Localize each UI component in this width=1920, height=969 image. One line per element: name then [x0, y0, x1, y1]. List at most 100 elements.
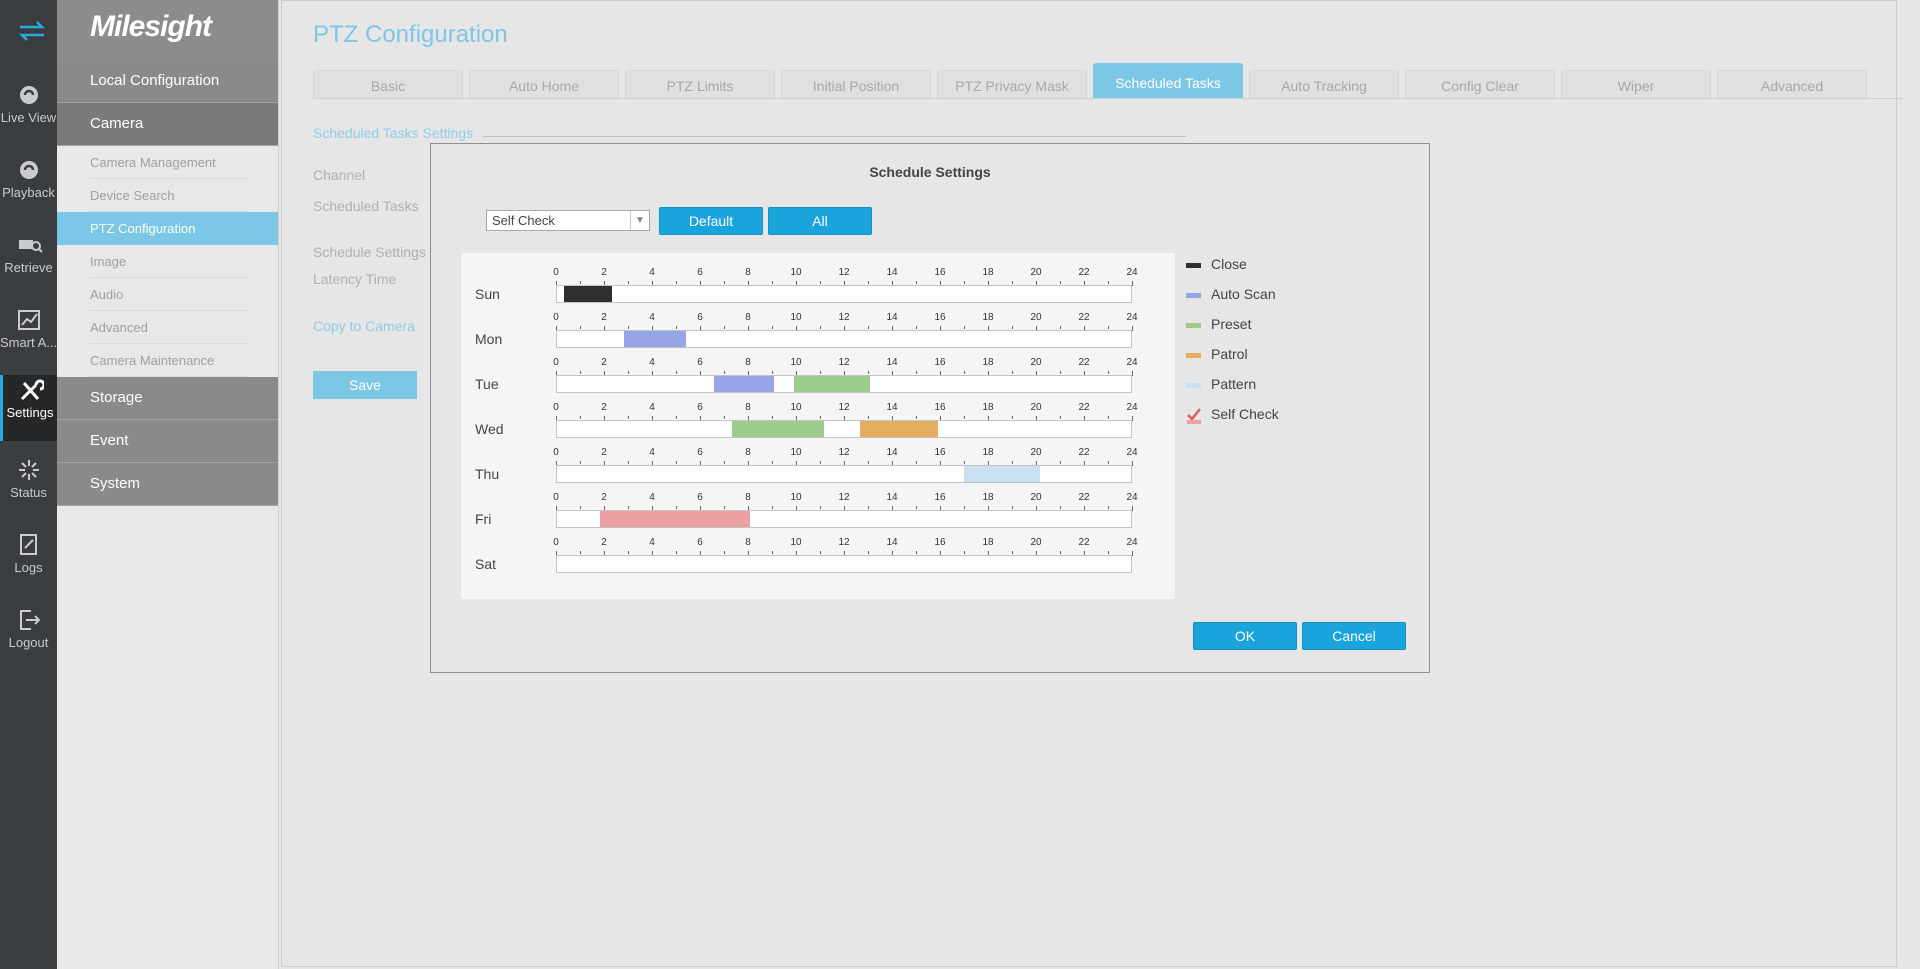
smart-analytics-icon — [17, 309, 41, 331]
legend-item-preset[interactable]: Preset — [1186, 316, 1251, 332]
sidebar-item-ptz-configuration[interactable]: PTZ Configuration — [57, 212, 278, 245]
tab-scheduled-tasks[interactable]: Scheduled Tasks — [1093, 63, 1243, 98]
hour-tick-mark — [964, 506, 965, 509]
hour-tick-label: 10 — [790, 447, 802, 458]
hour-tick-mark — [1108, 506, 1109, 509]
day-bar-fri[interactable] — [556, 510, 1132, 528]
sidebar-storage[interactable]: Storage — [57, 377, 278, 420]
chevron-down-icon: ▼ — [630, 211, 649, 230]
cancel-button[interactable]: Cancel — [1302, 622, 1406, 650]
rail-item-logs[interactable]: Logs — [0, 530, 57, 600]
hour-tick-label: 0 — [553, 357, 559, 368]
hour-tick-mark — [1132, 551, 1133, 556]
copy-to-camera-link[interactable]: Copy to Camera — [313, 318, 415, 334]
sidebar-item-image[interactable]: Image — [57, 245, 278, 278]
hour-tick-label: 10 — [790, 492, 802, 503]
day-bar-mon[interactable] — [556, 330, 1132, 348]
hour-tick-mark — [676, 326, 677, 329]
hour-tick-mark — [868, 326, 869, 329]
sidebar-camera[interactable]: Camera — [57, 103, 278, 146]
rail-item-playback[interactable]: Playback — [0, 155, 57, 225]
legend-item-auto-scan[interactable]: Auto Scan — [1186, 286, 1276, 302]
hour-tick-mark — [916, 416, 917, 419]
hour-tick-mark — [1108, 461, 1109, 464]
sidebar-local-configuration[interactable]: Local Configuration — [57, 60, 278, 103]
schedule-segment — [794, 376, 870, 392]
sidebar-item-camera-management[interactable]: Camera Management — [57, 146, 278, 179]
legend-item-self-check[interactable]: Self Check — [1187, 406, 1279, 424]
ok-button[interactable]: OK — [1193, 622, 1297, 650]
tab-wiper[interactable]: Wiper — [1561, 70, 1711, 98]
sidebar-system[interactable]: System — [57, 463, 278, 506]
sidebar-item-camera-maintenance[interactable]: Camera Maintenance — [57, 344, 278, 377]
hour-tick-mark — [772, 551, 773, 554]
hour-tick-mark — [868, 506, 869, 509]
default-button[interactable]: Default — [659, 207, 763, 235]
rail-label: Playback — [2, 185, 55, 200]
day-bar-tue[interactable] — [556, 375, 1132, 393]
rail-item-smart-a[interactable]: Smart A... — [0, 305, 57, 375]
sidebar-item-device-search[interactable]: Device Search — [57, 179, 278, 212]
tab-config-clear[interactable]: Config Clear — [1405, 70, 1555, 98]
legend-item-close[interactable]: Close — [1186, 256, 1247, 272]
hour-tick-label: 2 — [601, 357, 607, 368]
hour-tick-label: 0 — [553, 312, 559, 323]
hour-tick-label: 18 — [982, 447, 994, 458]
hour-tick-mark — [916, 371, 917, 374]
hour-tick-mark — [1060, 551, 1061, 554]
hour-tick-mark — [580, 326, 581, 329]
hour-tick-mark — [1108, 551, 1109, 554]
hour-tick-label: 18 — [982, 267, 994, 278]
hour-tick-mark — [772, 416, 773, 419]
save-button[interactable]: Save — [313, 371, 417, 399]
all-button[interactable]: All — [768, 207, 872, 235]
hour-tick-label: 14 — [886, 402, 898, 413]
hour-tick-mark — [1132, 281, 1133, 286]
legend-item-patrol[interactable]: Patrol — [1186, 346, 1248, 362]
hour-tick-label: 8 — [745, 447, 751, 458]
day-label-wed: Wed — [475, 421, 504, 437]
hour-tick-mark — [580, 371, 581, 374]
hour-tick-label: 2 — [601, 402, 607, 413]
day-bar-thu[interactable] — [556, 465, 1132, 483]
sidebar-item-audio[interactable]: Audio — [57, 278, 278, 311]
hour-tick-label: 12 — [838, 447, 850, 458]
tab-advanced[interactable]: Advanced — [1717, 70, 1867, 98]
day-bar-sun[interactable] — [556, 285, 1132, 303]
hour-tick-mark — [676, 371, 677, 374]
rail-item-switch[interactable] — [0, 20, 57, 60]
logs-icon — [17, 534, 41, 556]
day-label-sat: Sat — [475, 556, 497, 572]
hour-tick-mark — [580, 506, 581, 509]
hour-tick-label: 2 — [601, 267, 607, 278]
rail-item-logout[interactable]: Logout — [0, 605, 57, 675]
hour-tick-mark — [820, 461, 821, 464]
schedule-segment — [964, 466, 1041, 482]
rail-label: Live View — [0, 110, 57, 125]
tab-basic[interactable]: Basic — [313, 70, 463, 98]
task-type-select[interactable]: Self Check ▼ — [486, 210, 650, 231]
sidebar-event[interactable]: Event — [57, 420, 278, 463]
schedule-segment — [599, 511, 750, 527]
day-label-thu: Thu — [475, 466, 500, 482]
tab-ptz-limits[interactable]: PTZ Limits — [625, 70, 775, 98]
sidebar-item-advanced[interactable]: Advanced — [57, 311, 278, 344]
hour-tick-label: 22 — [1078, 492, 1090, 503]
day-label-mon: Mon — [475, 331, 503, 347]
hour-tick-mark — [724, 551, 725, 554]
rail-item-live-view[interactable]: Live View — [0, 80, 57, 150]
tab-auto-tracking[interactable]: Auto Tracking — [1249, 70, 1399, 98]
hour-tick-mark — [1060, 371, 1061, 374]
hour-tick-label: 6 — [697, 357, 703, 368]
day-bar-wed[interactable] — [556, 420, 1132, 438]
rail-item-status[interactable]: Status — [0, 455, 57, 525]
tab-auto-home[interactable]: Auto Home — [469, 70, 619, 98]
rail-item-settings[interactable]: Settings — [0, 375, 57, 441]
tab-initial-position[interactable]: Initial Position — [781, 70, 931, 98]
day-bar-sat[interactable] — [556, 555, 1132, 573]
legend-item-pattern[interactable]: Pattern — [1186, 376, 1256, 392]
rail-item-retrieve[interactable]: Retrieve — [0, 230, 57, 300]
tab-ptz-privacy-mask[interactable]: PTZ Privacy Mask — [937, 70, 1087, 98]
hour-tick-mark — [820, 506, 821, 509]
hour-tick-mark — [628, 326, 629, 329]
